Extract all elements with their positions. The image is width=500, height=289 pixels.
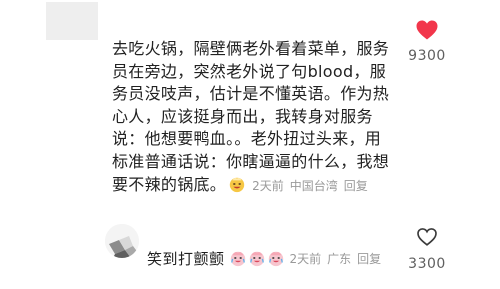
heart-filled-icon[interactable] — [397, 18, 457, 46]
comment-time: 2天前 — [252, 178, 284, 193]
comment-reply-button[interactable]: 回复 — [344, 179, 368, 193]
commenter-avatar[interactable] — [46, 2, 98, 40]
comment-meta: 2天前 中国台湾 回复 — [252, 179, 374, 193]
comment-text: 去吃火锅，隔壁俩老外看着菜单，服务员在旁边，突然老外说了句blood，服务员没吱… — [112, 39, 390, 194]
reply-time: 2天前 — [289, 251, 322, 266]
heart-outline-icon[interactable] — [397, 226, 457, 252]
reply-like-count: 3300 — [408, 256, 446, 272]
reply-reply-button[interactable]: 回复 — [357, 252, 381, 266]
comment-like-count: 9300 — [408, 48, 446, 64]
reply-avatar[interactable] — [105, 224, 139, 258]
reply-emoji-group — [229, 249, 286, 267]
laugh-cry-emoji-icon — [268, 251, 283, 267]
reply-row: 笑到打颤颤 2天前 广东 回复 — [147, 247, 387, 269]
laugh-cry-emoji-icon — [249, 251, 264, 267]
comment-body: 去吃火锅，隔壁俩老外看着菜单，服务员在旁边，突然老外说了句blood，服务员没吱… — [112, 38, 390, 197]
laugh-cry-emoji-icon — [230, 251, 245, 267]
comment-like-group: 9300 — [397, 18, 457, 64]
reply-text: 笑到打颤颤 — [147, 249, 225, 268]
laugh-cry-emoji-icon — [228, 175, 246, 193]
reply-like-group: 3300 — [397, 226, 457, 272]
comment-location: 中国台湾 — [289, 178, 338, 193]
reply-meta: 2天前 广东 回复 — [290, 250, 388, 267]
reply-location: 广东 — [327, 251, 352, 266]
